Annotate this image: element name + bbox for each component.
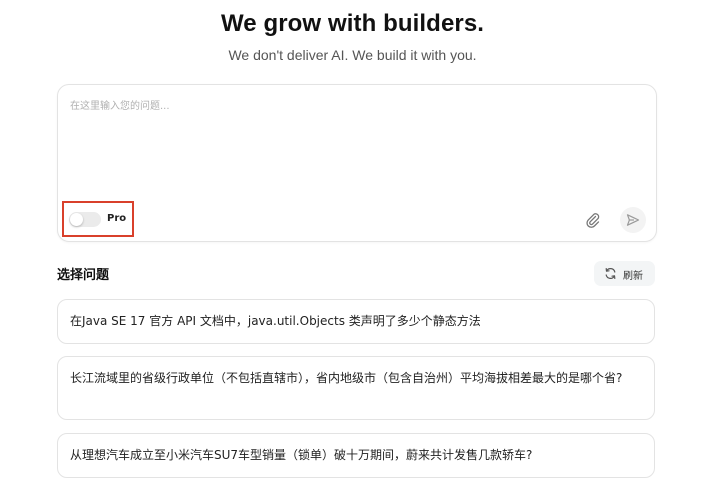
refresh-icon xyxy=(605,268,616,279)
question-card[interactable]: 从理想汽车成立至小米汽车SU7车型销量（锁单）破十万期间，蔚来共计发售几款轿车? xyxy=(57,433,655,478)
question-card[interactable]: 在Java SE 17 官方 API 文档中，java.util.Objects… xyxy=(57,299,655,344)
question-composer: Pro xyxy=(57,84,657,242)
attach-button[interactable] xyxy=(585,212,601,228)
send-button[interactable] xyxy=(620,207,646,233)
pro-toggle-highlight: Pro xyxy=(62,201,134,237)
paperclip-icon xyxy=(586,213,600,228)
send-icon xyxy=(626,214,640,226)
page-subtitle: We don't deliver AI. We build it with yo… xyxy=(228,47,477,63)
page-title: We grow with builders. xyxy=(220,10,485,37)
page: We grow with builders. We don't deliver … xyxy=(0,0,705,502)
questions-section-title: 选择问题 xyxy=(57,268,110,283)
toggle-knob xyxy=(70,213,83,226)
refresh-label: 刷新 xyxy=(623,271,643,282)
pro-toggle[interactable] xyxy=(69,212,101,227)
pro-label: Pro xyxy=(107,213,127,224)
question-input[interactable] xyxy=(68,95,647,199)
question-card[interactable]: 长江流域里的省级行政单位（不包括直辖市），省内地级市（包含自治州）平均海拔相差最… xyxy=(57,356,655,420)
refresh-button[interactable]: 刷新 xyxy=(594,261,655,286)
